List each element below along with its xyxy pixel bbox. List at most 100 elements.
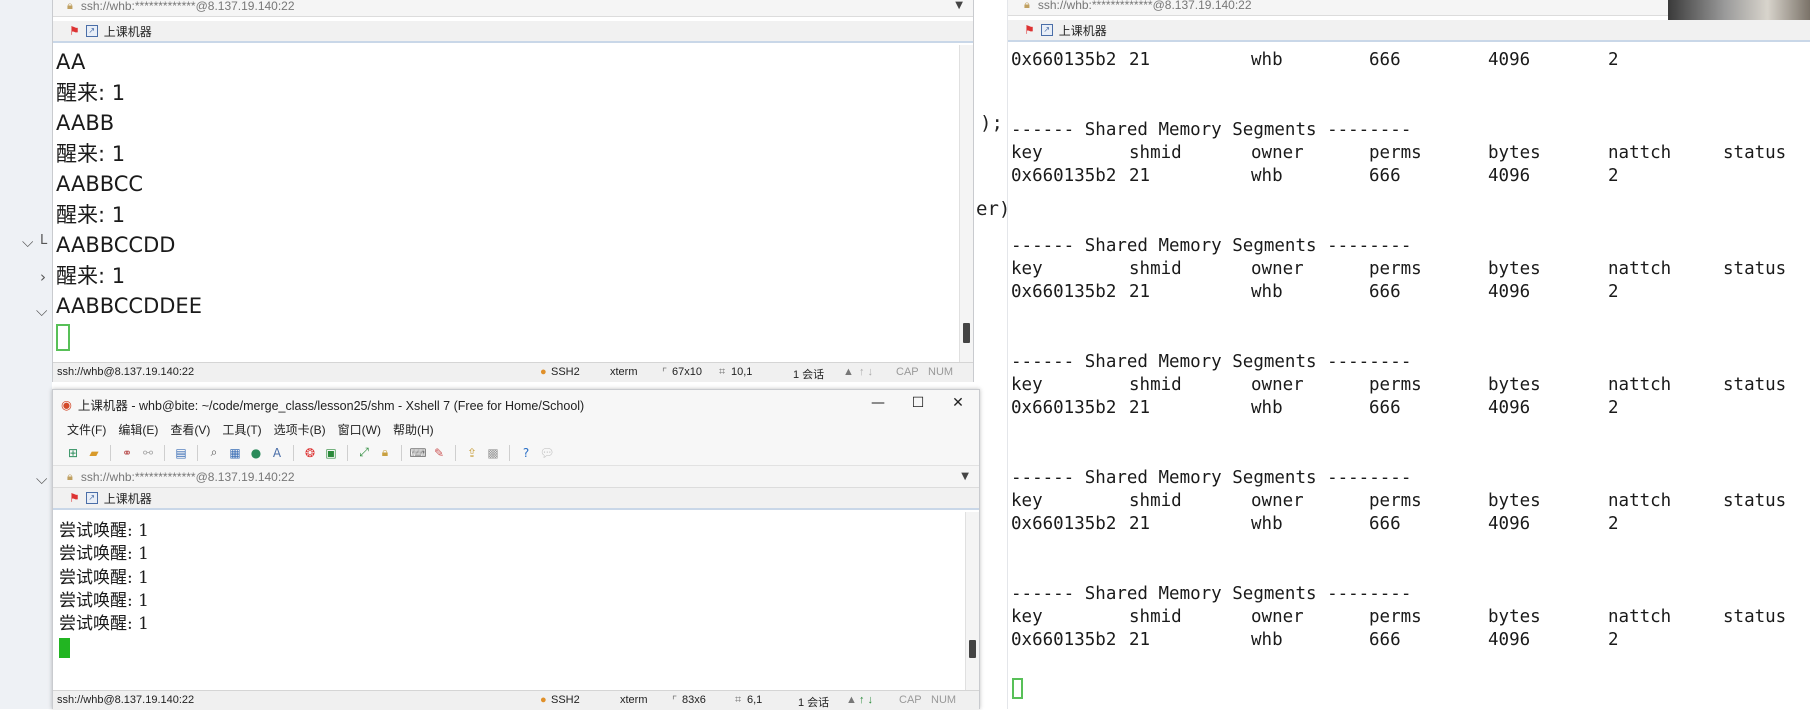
status-cap: CAP	[899, 694, 922, 706]
address-text: ssh://whb:*************@8.137.19.140:22	[80, 469, 295, 484]
layout-icon[interactable]: ▦	[227, 445, 243, 461]
minimize-icon[interactable]: —	[863, 395, 893, 411]
terminal-output[interactable]: 尝试唤醒: 1 尝试唤醒: 1 尝试唤醒: 1 尝试唤醒: 1 尝试唤醒: 1	[53, 512, 979, 690]
terminal-line: AABB	[56, 111, 115, 135]
session-arrow-icon[interactable]: ▲	[843, 366, 854, 378]
ide-background-strip: ⌵ L › ⌵ ⌵	[0, 0, 52, 709]
terminal-cursor-line	[59, 636, 979, 659]
window-titlebar[interactable]: ◉ 上课机器 - whb@bite: ~/code/merge_class/le…	[53, 390, 979, 418]
status-sessions: 1 会话	[793, 369, 825, 381]
terminal-output[interactable]: AA 醒来: 1 AABB 醒来: 1 AABBCC 醒来: 1 AABBCCD…	[53, 45, 973, 363]
right-terminal-window[interactable]: 🔒︎ ssh://whb:*************@8.137.19.140:…	[1008, 0, 1810, 709]
font-icon[interactable]: A	[269, 445, 285, 461]
shm-cell: 0x660135b2	[1011, 630, 1117, 650]
menu-tools[interactable]: 工具(T)	[222, 421, 261, 438]
shm-column-perms: perms	[1369, 491, 1422, 511]
toolbar-separator	[509, 444, 510, 461]
shm-column-shmid: shmid	[1129, 259, 1182, 279]
address-bar[interactable]: 🔒︎ ssh://whb:*************@8.137.19.140:…	[53, 0, 973, 17]
open-folder-icon[interactable]: ▰	[86, 445, 102, 461]
scrollbar-thumb[interactable]	[963, 323, 970, 343]
shm-header-line: ------ Shared Memory Segments --------	[1011, 120, 1412, 140]
lock-icon: 🔒︎	[1024, 0, 1030, 11]
nav-arrows-icon[interactable]: ↑ ↓	[859, 694, 873, 706]
shm-column-status: status	[1723, 607, 1787, 627]
toolbar-separator	[164, 444, 165, 461]
menu-help[interactable]: 帮助(H)	[393, 421, 434, 438]
shm-column-nattch: nattch	[1608, 143, 1672, 163]
nav-arrows-icon[interactable]: ↑ ↓	[859, 366, 873, 378]
bookmark-flag-icon[interactable]: ⚑	[69, 24, 80, 38]
session-tab-icon: ↗	[1040, 24, 1053, 36]
layout-grid-icon[interactable]: ▩	[485, 445, 501, 461]
help-icon[interactable]: ?	[518, 445, 534, 461]
xagent-icon[interactable]: ▣	[323, 445, 339, 461]
properties-icon[interactable]: ▤	[173, 445, 189, 461]
dropdown-icon[interactable]: ▼	[955, 0, 963, 11]
shm-column-shmid: shmid	[1129, 491, 1182, 511]
shm-column-owner: owner	[1251, 259, 1304, 279]
scrollbar-thumb[interactable]	[969, 640, 976, 658]
status-size: 67x10	[672, 366, 702, 378]
reconnect-icon[interactable]: ⚯	[140, 445, 156, 461]
terminal-cursor-line	[1012, 678, 1023, 704]
session-tab-bar: ⚑ ↗ 上课机器	[53, 21, 973, 43]
vertical-scrollbar[interactable]	[959, 45, 973, 363]
shm-column-nattch: nattch	[1608, 375, 1672, 395]
script-icon[interactable]: ✎	[431, 445, 447, 461]
terminal-line: 尝试唤醒: 1	[59, 614, 149, 635]
session-tab-label[interactable]: 上课机器	[104, 23, 152, 40]
shm-cell: 0x660135b2	[1011, 282, 1117, 302]
chevron-down-icon[interactable]: ⌵	[22, 233, 33, 251]
chevron-down-icon[interactable]: ⌵	[36, 302, 47, 320]
shm-cell: 0x660135b2	[1011, 166, 1117, 186]
menu-view[interactable]: 查看(V)	[170, 421, 210, 438]
shm-header-line: ------ Shared Memory Segments --------	[1011, 468, 1412, 488]
fullscreen-icon[interactable]: ⤢	[356, 445, 372, 461]
status-sessions: 1 会话	[798, 697, 830, 709]
terminal-line: 醒来: 1	[56, 141, 126, 166]
chevron-down-icon[interactable]: ⌵	[36, 470, 47, 488]
search-icon[interactable]: ⌕	[206, 445, 222, 461]
address-bar[interactable]: 🔒︎ ssh://whb:*************@8.137.19.140:…	[53, 466, 979, 488]
chat-icon[interactable]: 💬︎	[539, 445, 555, 461]
menu-window[interactable]: 窗口(W)	[338, 421, 381, 438]
shm-cell: 21	[1129, 282, 1151, 302]
shm-cell: 666	[1369, 398, 1401, 418]
vertical-scrollbar[interactable]	[965, 512, 979, 690]
keyboard-icon[interactable]: ⌨	[409, 445, 426, 461]
shm-cell: 4096	[1488, 630, 1531, 650]
shm-cell: 21	[1129, 398, 1151, 418]
dropdown-icon[interactable]: ▼	[961, 471, 969, 482]
shm-column-key: key	[1011, 259, 1043, 279]
terminal-cursor-line	[56, 322, 973, 353]
chevron-right-icon[interactable]: ›	[40, 268, 46, 286]
bookmark-flag-icon[interactable]: ⚑	[1024, 23, 1035, 37]
maximize-icon[interactable]: ☐	[903, 395, 933, 411]
xshell-app-icon: ◉	[61, 396, 72, 412]
disconnect-icon[interactable]: ⚭	[119, 445, 135, 461]
xftp-icon[interactable]: ❂	[302, 445, 318, 461]
session-arrow-icon[interactable]: ▲	[846, 694, 857, 706]
status-num: NUM	[931, 694, 957, 706]
menu-file[interactable]: 文件(F)	[67, 421, 106, 438]
shm-column-status: status	[1723, 143, 1787, 163]
menu-tabs[interactable]: 选项卡(B)	[274, 421, 326, 438]
terminal-line: 尝试唤醒: 1	[59, 590, 149, 611]
session-tab-label[interactable]: 上课机器	[104, 490, 152, 507]
shm-cell: 0x660135b2	[1011, 398, 1117, 418]
close-icon[interactable]: ✕	[943, 395, 973, 411]
new-session-icon[interactable]: ⊞	[65, 445, 81, 461]
lock-icon[interactable]: 🔒︎	[377, 445, 393, 461]
terminal-line: AABBCC	[56, 172, 144, 196]
transfer-icon[interactable]: ⇪	[464, 445, 480, 461]
bookmark-flag-icon[interactable]: ⚑	[69, 491, 80, 505]
shm-cell: 4096	[1488, 282, 1531, 302]
menu-bar: 文件(F) 编辑(E) 查看(V) 工具(T) 选项卡(B) 窗口(W) 帮助(…	[53, 418, 979, 440]
shm-column-bytes: bytes	[1488, 143, 1541, 163]
session-tab-label[interactable]: 上课机器	[1059, 22, 1107, 39]
shm-cell: 4096	[1488, 514, 1531, 534]
menu-edit[interactable]: 编辑(E)	[118, 421, 158, 438]
shm-cell: 2	[1608, 398, 1619, 418]
globe-icon[interactable]: ●	[248, 445, 264, 461]
